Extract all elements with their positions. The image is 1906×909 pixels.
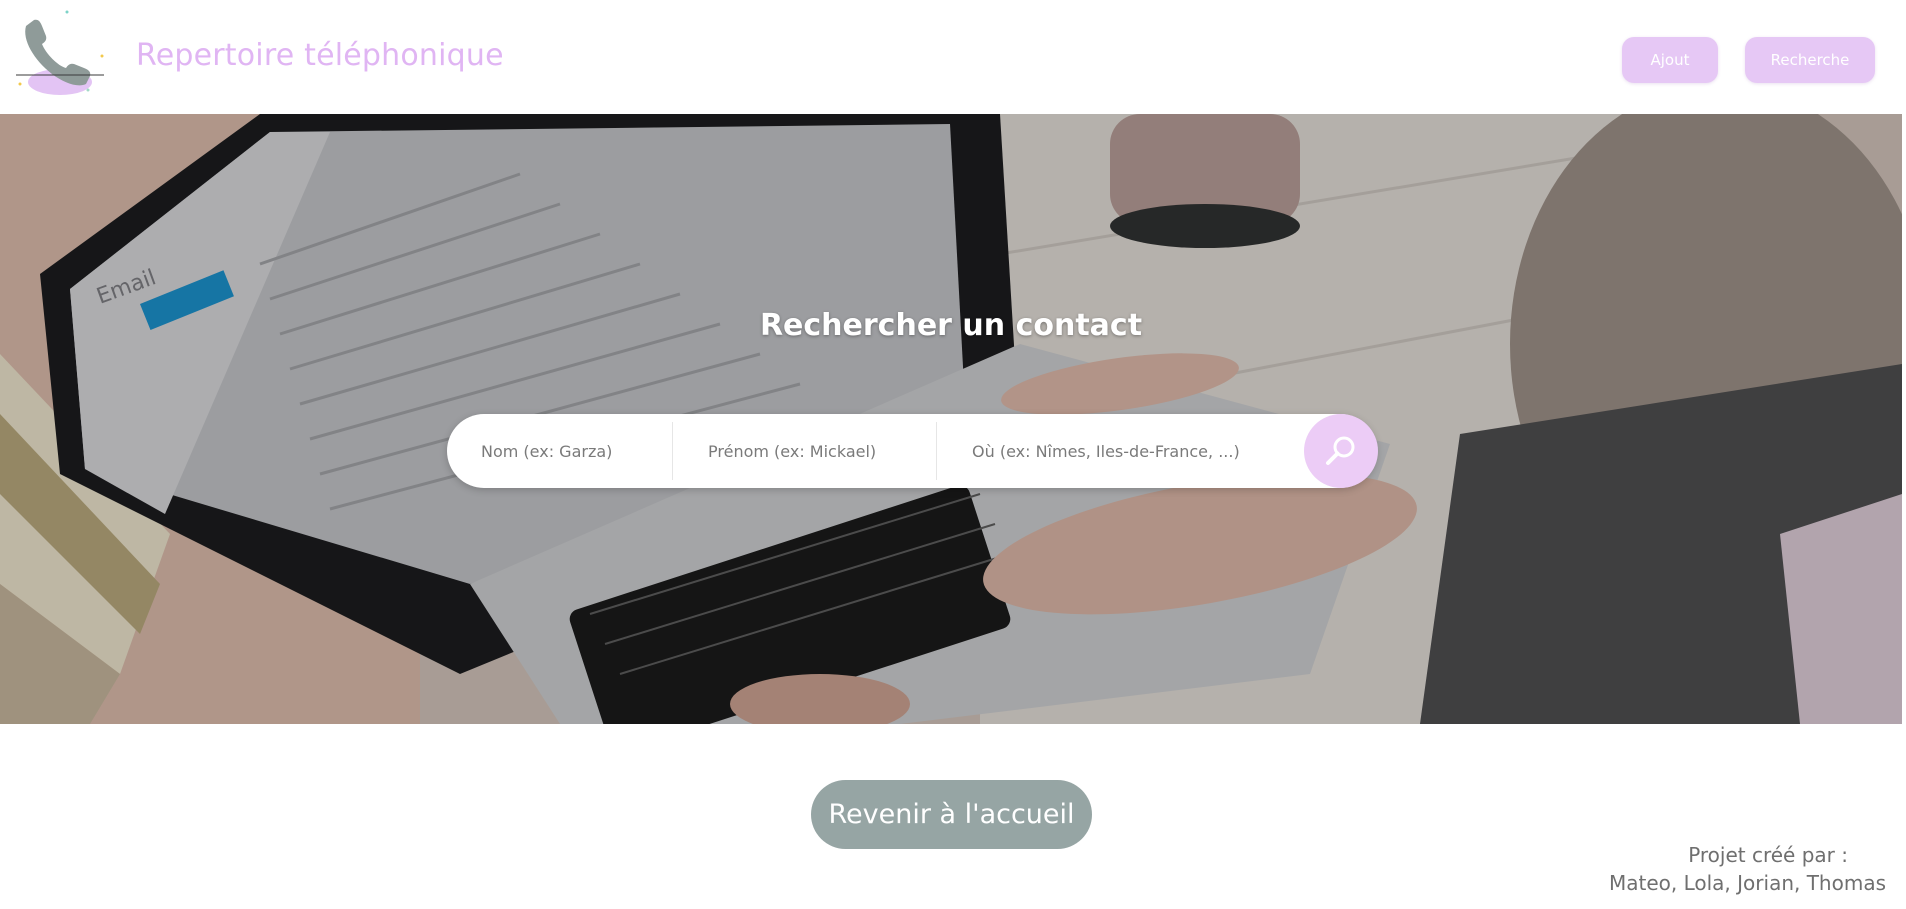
site-title[interactable]: Repertoire téléphonique	[136, 38, 504, 73]
site-header: Repertoire téléphonique Ajout Recherche	[0, 0, 1906, 114]
credits-heading: Projet créé par :	[1688, 843, 1848, 867]
hero-title: Rechercher un contact	[759, 308, 1143, 343]
credits: Projet créé par : Mateo, Lola, Jorian, T…	[1609, 841, 1886, 897]
ajout-nav-button[interactable]: Ajout	[1622, 37, 1718, 83]
search-submit-button[interactable]	[1304, 414, 1378, 488]
hero-banner: Email Rechercher un contact Nom (ex: Gar…	[0, 114, 1902, 724]
search-icon	[1326, 436, 1355, 465]
recherche-nav-button[interactable]: Recherche	[1745, 37, 1875, 83]
field-divider	[672, 422, 673, 480]
phone-logo-icon[interactable]	[12, 8, 108, 104]
field-divider	[936, 422, 937, 480]
credits-authors: Mateo, Lola, Jorian, Thomas	[1608, 871, 1886, 895]
nom-input[interactable]	[481, 414, 671, 488]
prenom-input[interactable]	[708, 414, 948, 488]
back-home-button[interactable]: Revenir à l'accueil	[811, 780, 1092, 849]
search-form	[447, 414, 1378, 488]
location-input[interactable]	[972, 414, 1322, 488]
